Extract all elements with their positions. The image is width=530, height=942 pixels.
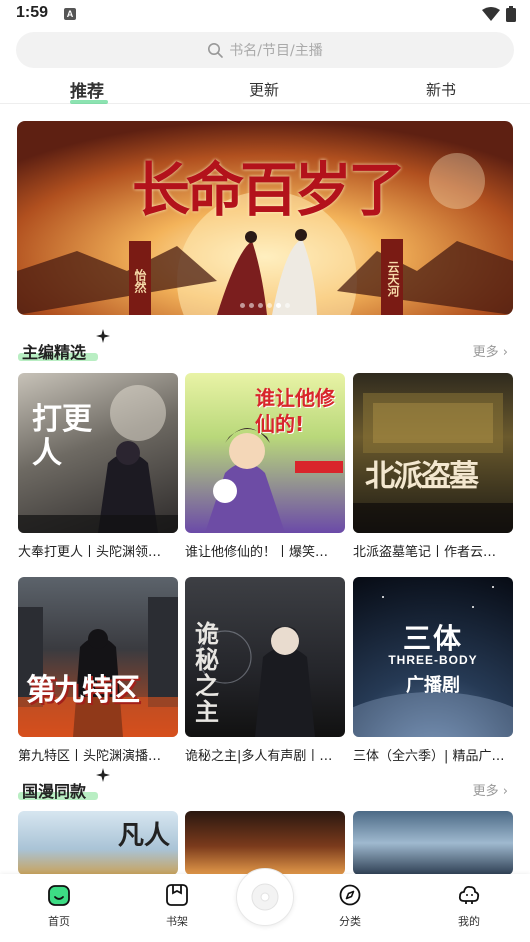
status-bar: 1:59 A [0,0,530,30]
more-label: 更多 [472,345,499,360]
book-title: 三体（全六季）| 精品广… [353,749,505,764]
book-card[interactable]: 北派盗墓 北派盗墓笔记丨作者云… [353,373,513,560]
book-card[interactable]: 第九特区 第九特区丨头陀渊演播… [18,577,178,764]
nav-label: 分类 [339,915,361,928]
book-title: 谁让他修仙的！丨爆笑… [185,545,329,560]
status-icons [482,6,516,22]
cover-subtitle: THREE-BODY [388,653,478,667]
cover-title: 第九特区 [26,673,140,708]
section-title: 国漫同款 [22,782,87,801]
banner-dot[interactable] [285,303,290,308]
nav-profile[interactable]: 我的 [439,884,499,929]
book-cover: 第九特区 [18,577,178,737]
section-editor-picks-header: 主编精选 更多 › [0,329,530,365]
nav-bookshelf[interactable]: 书架 [147,884,207,929]
cover-title: 打更人 [32,402,92,471]
banner-dot[interactable] [258,303,263,308]
tab-new-books[interactable]: 新书 [426,79,456,100]
nav-label: 首页 [48,915,70,928]
cover-title: 三体 [402,622,463,655]
book-cover: 谁让他修仙的! [185,373,345,533]
battery-icon [506,6,516,22]
banner-side-left: 怡然 [133,269,147,293]
search-icon [208,43,224,58]
book-card[interactable]: 三体 THREE-BODY 广播剧 三体（全六季）| 精品广… [353,577,513,764]
book-card[interactable] [185,811,345,875]
nav-label: 我的 [458,915,480,928]
cover-title: 凡人 [118,821,171,851]
cover-art [18,597,178,737]
book-title: 第九特区丨头陀渊演播… [18,749,162,764]
book-cover: 三体 THREE-BODY 广播剧 [353,577,513,737]
book-cover [353,811,513,875]
sparkle-icon [96,768,110,782]
more-link[interactable]: 更多 › [473,341,508,360]
banner-side-right: 云天河 [386,261,400,297]
book-cover: 打更人 [18,373,178,533]
cover-title: 北派盗墓 [365,459,479,494]
section-title: 主编精选 [22,343,87,362]
more-label: 更多 [472,784,499,799]
nav-home[interactable]: 首页 [29,884,89,929]
section-anime-header: 国漫同款 更多 › [0,768,530,804]
book-card[interactable]: 打更人 大奉打更人丨头陀渊领… [18,373,178,560]
book-title: 北派盗墓笔记丨作者云… [353,545,497,560]
bottom-nav: 首页 书架 分类 我的 [0,868,530,942]
wifi-icon [482,7,500,21]
book-cover: 北派盗墓 [353,373,513,533]
notification-icon: A [64,8,76,20]
cover-subtitle-2: 广播剧 [406,675,460,696]
nav-category[interactable]: 分类 [320,884,380,929]
top-tabs: 推荐 更新 新书 [0,76,530,104]
banner-headline: 长命百岁了 [132,156,406,224]
book-card[interactable]: 凡人 [18,811,178,875]
book-title: 诡秘之主|多人有声剧丨… [185,749,333,764]
cover-title: 谁让他修仙的! [255,386,335,436]
player-button[interactable] [236,868,294,926]
promo-banner[interactable]: 长命百岁了 怡然 云天河 [17,121,513,315]
more-link[interactable]: 更多 › [473,780,508,799]
book-cover: 凡人 [18,811,178,875]
book-cover [185,811,345,875]
tab-recommend[interactable]: 推荐 [70,77,104,102]
compass-icon [339,884,361,906]
book-card[interactable]: 谁让他修仙的! 谁让他修仙的！丨爆笑… [185,373,345,560]
home-icon [48,885,70,906]
cover-title: 诡秘之主 [195,619,219,726]
book-cover: 诡秘之主 [185,577,345,737]
book-title: 大奉打更人丨头陀渊领… [18,545,162,560]
status-time: 1:59 [16,4,49,21]
banner-dot-active[interactable] [276,303,281,308]
banner-pagination [17,303,513,308]
banner-dot[interactable] [267,303,272,308]
nav-label: 书架 [166,915,188,928]
sparkle-icon [96,329,110,343]
book-card[interactable]: 诡秘之主 诡秘之主|多人有声剧丨… [185,577,345,764]
bookshelf-icon [166,884,188,906]
banner-dot[interactable] [249,303,254,308]
book-card[interactable] [353,811,513,875]
search-placeholder: 书名/节目/主播 [229,43,323,59]
player-disc-icon [251,883,279,911]
search-input[interactable]: 书名/节目/主播 [16,32,514,68]
profile-icon [458,885,480,904]
banner-dot[interactable] [240,303,245,308]
tab-updates[interactable]: 更新 [249,79,279,100]
